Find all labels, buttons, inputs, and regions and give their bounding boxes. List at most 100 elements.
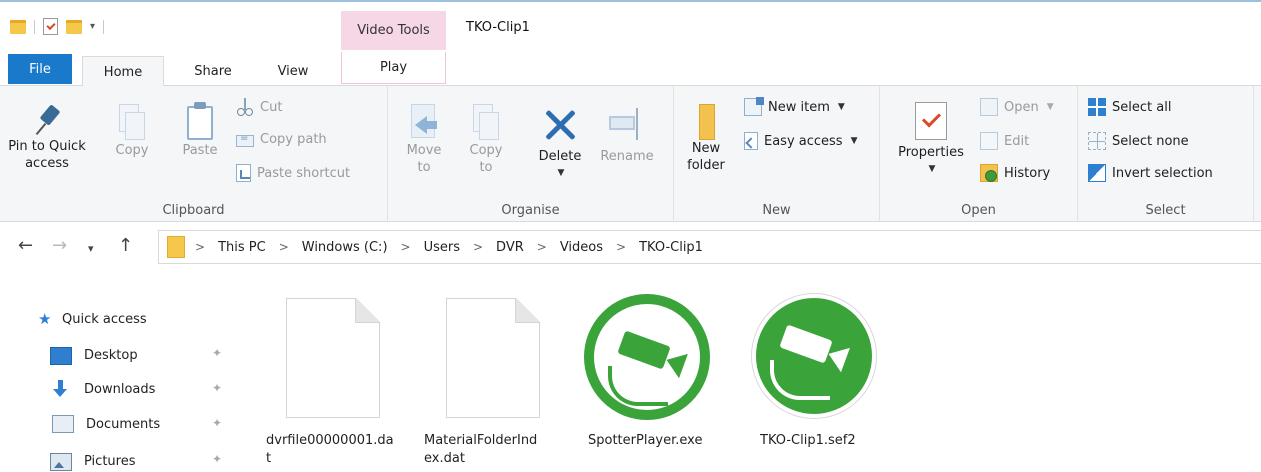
pictures-icon: [50, 453, 72, 471]
tab-play[interactable]: Play: [341, 52, 446, 84]
breadcrumb-separator[interactable]: >: [195, 240, 205, 254]
rename-button[interactable]: Rename: [594, 106, 660, 165]
breadcrumb-dvr[interactable]: DVR: [496, 240, 524, 255]
desktop-label: Desktop: [84, 347, 138, 363]
breadcrumb-separator[interactable]: >: [401, 240, 411, 254]
blank-file-icon: [424, 288, 554, 428]
file-item[interactable]: MaterialFolderIndex.dat: [424, 288, 554, 472]
breadcrumb-this-pc[interactable]: This PC: [218, 240, 266, 255]
breadcrumb-separator[interactable]: >: [616, 240, 626, 254]
breadcrumb-videos[interactable]: Videos: [560, 240, 603, 255]
tab-home[interactable]: Home: [82, 56, 164, 88]
new-folder-icon[interactable]: [66, 19, 82, 34]
documents-label: Documents: [86, 416, 161, 432]
ribbon-tabs: File Home Share View Play: [0, 52, 1261, 88]
select-group: Select all Select none Invert selection …: [1078, 86, 1254, 222]
title-bar: ▾ Video Tools TKO-Clip1: [0, 0, 1261, 52]
file-item[interactable]: dvrfile00000001.dat: [266, 288, 396, 472]
copy-to-button[interactable]: Copy to: [462, 104, 510, 176]
open-icon: [980, 98, 998, 116]
move-to-label: Move to: [406, 143, 442, 175]
paste-shortcut-icon: [236, 164, 251, 182]
address-bar-row: ← → ▾ ↑ > This PC > Windows (C:) > Users…: [0, 227, 1261, 267]
edit-icon: [980, 132, 998, 150]
new-group-label: New: [762, 203, 791, 218]
paste-shortcut-button[interactable]: Paste shortcut: [236, 164, 350, 182]
properties-button[interactable]: Properties ▼: [890, 102, 972, 178]
select-all-label: Select all: [1112, 99, 1172, 115]
pin-label: Pin to Quick access: [8, 139, 86, 171]
delete-dropdown-icon[interactable]: ▼: [558, 165, 565, 182]
toolbar-separator: [34, 19, 35, 34]
quick-access-toolbar: ▾: [10, 18, 105, 35]
breadcrumb-separator[interactable]: >: [537, 240, 547, 254]
nav-quick-access[interactable]: ★ Quick access: [38, 310, 147, 328]
file-name: MaterialFolderIndex.dat: [424, 433, 538, 466]
blank-file-icon: [266, 288, 396, 428]
new-item-label: New item: [768, 99, 830, 115]
ribbon: Pin to Quick access Copy Paste Cut Copy …: [0, 86, 1261, 222]
nav-downloads[interactable]: Downloads: [50, 380, 155, 398]
pin-icon: ✦: [212, 452, 223, 466]
folder-icon[interactable]: [10, 19, 26, 34]
pin-to-quick-access-button[interactable]: Pin to Quick access: [8, 104, 86, 172]
delete-button[interactable]: Delete ▼: [532, 106, 588, 182]
properties-icon[interactable]: [43, 18, 58, 35]
copy-button[interactable]: Copy: [112, 104, 152, 159]
breadcrumb-tko-clip1[interactable]: TKO-Clip1: [639, 240, 703, 255]
pin-icon: [30, 104, 64, 138]
select-all-button[interactable]: Select all: [1088, 98, 1171, 116]
invert-selection-icon: [1088, 164, 1106, 182]
file-item[interactable]: TKO-Clip1.sef2: [742, 288, 892, 472]
nav-documents[interactable]: Documents: [50, 415, 160, 433]
select-none-button[interactable]: Select none: [1088, 132, 1189, 150]
invert-selection-button[interactable]: Invert selection: [1088, 164, 1213, 182]
properties-dropdown-icon[interactable]: ▼: [929, 161, 936, 178]
paste-button[interactable]: Paste: [178, 102, 222, 159]
history-icon: [980, 164, 998, 182]
up-arrow-icon[interactable]: ↑: [118, 236, 133, 256]
back-arrow-icon[interactable]: ←: [18, 236, 33, 256]
open-button[interactable]: Open ▼: [980, 98, 1054, 116]
nav-desktop[interactable]: Desktop: [50, 345, 138, 365]
breadcrumb-users[interactable]: Users: [424, 240, 460, 255]
new-group: New folder New item ▼ Easy access ▼ New: [674, 86, 880, 222]
recent-locations-dropdown-icon[interactable]: ▾: [88, 239, 94, 259]
tab-view[interactable]: View: [262, 56, 324, 86]
new-folder-label: New folder: [687, 141, 725, 173]
copy-path-icon: [236, 133, 254, 147]
move-to-button[interactable]: Move to: [400, 104, 448, 176]
open-dropdown-icon: ▼: [1046, 102, 1054, 112]
edit-button[interactable]: Edit: [980, 132, 1029, 150]
breadcrumb-windows-c[interactable]: Windows (C:): [302, 240, 388, 255]
file-item[interactable]: SpotterPlayer.exe: [584, 288, 714, 472]
easy-access-button[interactable]: Easy access ▼: [744, 132, 858, 150]
history-button[interactable]: History: [980, 164, 1050, 182]
clipboard-group-label: Clipboard: [162, 203, 225, 218]
copy-path-button[interactable]: Copy path: [236, 132, 327, 147]
tab-share[interactable]: Share: [178, 56, 248, 86]
customize-toolbar-dropdown-icon[interactable]: ▾: [90, 21, 95, 32]
copy-icon: [117, 104, 147, 142]
star-icon: ★: [38, 310, 52, 328]
nav-pictures[interactable]: Pictures: [50, 451, 135, 471]
forward-arrow-icon[interactable]: →: [52, 236, 67, 256]
new-item-button[interactable]: New item ▼: [744, 97, 845, 116]
address-bar[interactable]: > This PC > Windows (C:) > Users > DVR >…: [158, 230, 1261, 264]
breadcrumb-separator[interactable]: >: [473, 240, 483, 254]
paste-icon: [185, 102, 215, 142]
quick-access-label: Quick access: [62, 311, 147, 327]
cut-button[interactable]: Cut: [236, 98, 282, 116]
organise-group-label: Organise: [501, 203, 560, 218]
rename-icon: [607, 106, 647, 142]
window-title: TKO-Clip1: [466, 20, 530, 35]
cut-label: Cut: [260, 99, 283, 115]
new-folder-button[interactable]: New folder: [682, 100, 730, 174]
properties-label: Properties: [898, 145, 964, 160]
move-to-icon: [407, 104, 441, 142]
copy-to-label: Copy to: [469, 143, 503, 175]
download-arrow-icon: [50, 380, 72, 398]
tab-file[interactable]: File: [8, 54, 72, 84]
new-item-dropdown-icon: ▼: [837, 102, 845, 112]
breadcrumb-separator[interactable]: >: [279, 240, 289, 254]
